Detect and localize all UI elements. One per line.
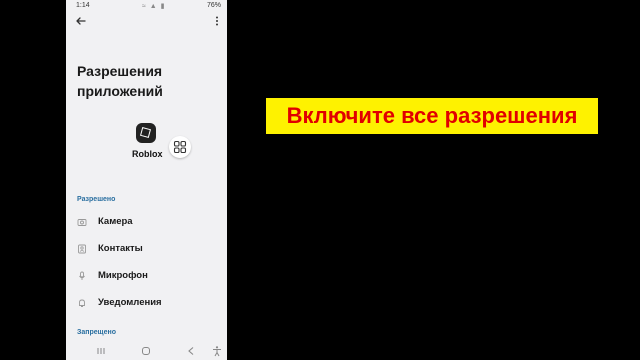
status-bar: 1:14 ≈ ▲ ▮ 76% <box>66 0 227 12</box>
permission-item-contacts[interactable]: Контакты <box>66 239 227 261</box>
page-title: Разрешения приложений <box>77 63 163 99</box>
status-icons: ≈ ▲ ▮ <box>142 3 166 10</box>
bell-icon <box>79 299 85 307</box>
phone-screen: 1:14 ≈ ▲ ▮ 76% Разрешения приложений Rob… <box>66 0 227 360</box>
navigation-bar <box>66 342 227 360</box>
accessibility-icon[interactable] <box>210 345 224 357</box>
instruction-banner: Включите все разрешения <box>266 98 598 134</box>
allowed-section-header: Разрешено <box>77 196 116 203</box>
more-options-icon[interactable] <box>210 14 224 28</box>
permission-label: Уведомления <box>98 297 162 308</box>
roblox-app-icon <box>136 123 156 143</box>
permission-item-notifications[interactable]: Уведомления <box>66 293 227 315</box>
battery-level: 76% <box>206 2 221 9</box>
back-arrow-icon[interactable] <box>74 14 88 28</box>
camera-icon <box>77 219 87 226</box>
permission-item-camera[interactable]: Камера <box>66 212 227 234</box>
home-icon[interactable] <box>139 345 153 357</box>
banner-text: Включите все разрешения <box>286 103 578 128</box>
back-nav-icon[interactable] <box>184 345 198 357</box>
microphone-icon <box>79 271 85 280</box>
permission-label: Камера <box>98 216 133 227</box>
permission-label: Микрофон <box>98 270 148 281</box>
denied-section-header: Запрещено <box>77 329 116 336</box>
app-name: Roblox <box>132 149 163 159</box>
permission-label: Контакты <box>98 243 143 254</box>
recent-apps-icon[interactable] <box>94 345 108 357</box>
permission-item-microphone[interactable]: Микрофон <box>66 266 227 288</box>
contacts-icon <box>78 244 86 254</box>
app-grid-icon[interactable] <box>169 136 191 158</box>
status-time: 1:14 <box>76 2 90 9</box>
